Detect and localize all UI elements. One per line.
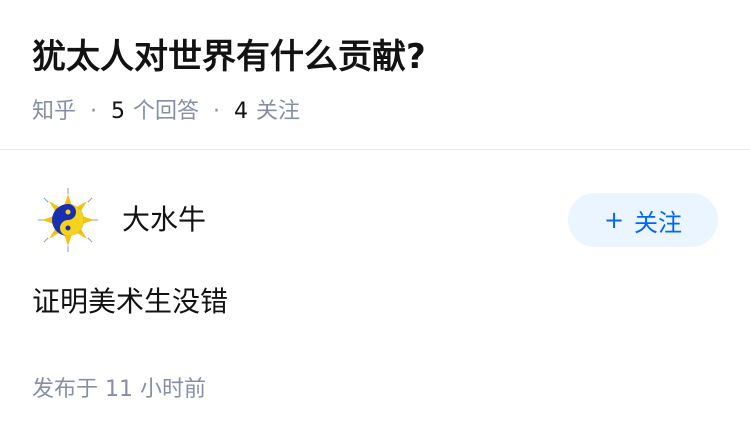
separator-dot: · [213, 99, 221, 124]
yin-yang-avatar-icon [32, 184, 104, 256]
answer-card: 大水牛 + 关注 证明美术生没错 发布于 11 小时前 [0, 182, 750, 406]
plus-icon: + [603, 206, 625, 234]
answer-count: 5 [111, 99, 126, 124]
follow-count-label[interactable]: 关注 [256, 96, 300, 128]
author-name[interactable]: 大水牛 [122, 200, 568, 240]
follow-button[interactable]: + 关注 [568, 193, 718, 247]
author-row: 大水牛 + 关注 [32, 182, 718, 258]
follow-button-label: 关注 [634, 208, 683, 237]
avatar[interactable] [32, 184, 104, 256]
follow-count: 4 [234, 99, 249, 124]
question-meta: 知乎 · 5 个回答 · 4 关注 [32, 96, 718, 128]
answer-count-label[interactable]: 个回答 [133, 96, 199, 128]
answer-content[interactable]: 证明美术生没错 [32, 280, 718, 324]
question-title[interactable]: 犹太人对世界有什么贡献? [32, 34, 718, 80]
answer-timestamp: 发布于 11 小时前 [32, 377, 206, 402]
source-label[interactable]: 知乎 [32, 96, 76, 128]
separator-dot: · [90, 99, 98, 124]
question-header: 犹太人对世界有什么贡献? 知乎 · 5 个回答 · 4 关注 [0, 0, 750, 150]
